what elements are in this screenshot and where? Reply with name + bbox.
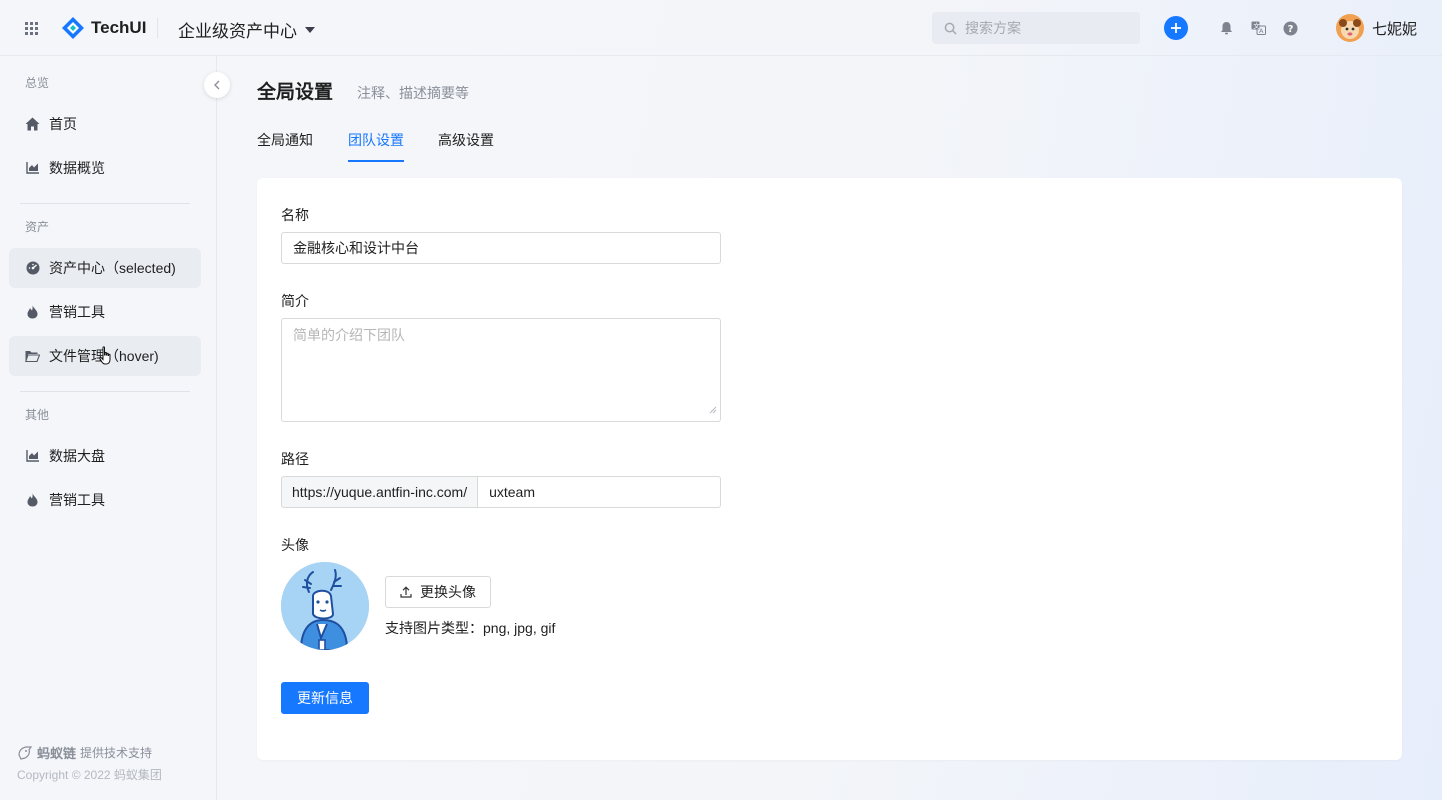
sidebar: 总览 首页 数据概览 资产 资产中心（selected) 营销工具 文件管理（h… [0, 56, 217, 800]
header-divider [157, 18, 158, 38]
sidebar-divider [20, 203, 190, 204]
search-box[interactable] [932, 12, 1140, 44]
search-input[interactable] [965, 20, 1125, 36]
fire-icon [25, 493, 40, 508]
group-title-overview: 总览 [25, 76, 50, 90]
update-info-button[interactable]: 更新信息 [281, 682, 369, 714]
tab-advanced-settings[interactable]: 高级设置 [438, 130, 494, 162]
sidebar-item-label: 营销工具 [49, 492, 105, 508]
hand-cursor-icon [99, 346, 111, 365]
name-input[interactable] [281, 232, 721, 264]
tab-team-settings[interactable]: 团队设置 [348, 130, 404, 162]
name-label: 名称 [281, 207, 309, 223]
search-icon [944, 22, 957, 35]
sidebar-item-label: 数据概览 [49, 160, 105, 176]
logo[interactable]: TechUI [61, 16, 146, 40]
group-title-assets: 资产 [25, 220, 50, 234]
avatar-label: 头像 [281, 537, 309, 553]
sidebar-item-marketing-tools[interactable]: 营销工具 [9, 292, 201, 332]
user-name: 七妮妮 [1372, 20, 1418, 38]
sidebar-divider [20, 391, 190, 392]
path-input[interactable] [477, 476, 721, 508]
footer-support-text: 提供技术支持 [80, 746, 153, 760]
home-icon [25, 117, 40, 132]
sidebar-item-data-dashboard[interactable]: 数据大盘 [9, 436, 201, 476]
path-prefix: https://yuque.antfin-inc.com/ [281, 476, 478, 508]
antchain-logo-icon [18, 745, 33, 760]
tab-global-notification[interactable]: 全局通知 [257, 130, 313, 162]
page-subtitle: 注释、描述摘要等 [357, 85, 469, 101]
logo-text: TechUI [91, 18, 147, 37]
footer-brand-name: 蚂蚁链 [37, 746, 77, 761]
chart-icon [25, 161, 40, 176]
dashboard-icon [25, 261, 40, 276]
page-title: 全局设置 [257, 82, 334, 103]
sidebar-item-asset-center[interactable]: 资产中心（selected) [9, 248, 201, 288]
techui-logo-icon [62, 17, 84, 39]
user-menu[interactable]: 七妮妮 [1336, 14, 1417, 42]
app-switcher[interactable]: 企业级资产中心 [178, 17, 315, 42]
chevron-left-icon [214, 80, 220, 90]
path-label: 路径 [281, 451, 309, 467]
intro-textarea[interactable] [281, 318, 721, 422]
svg-text:?: ? [1287, 24, 1293, 35]
copyright: Copyright © 2022 蚂蚁集团 [17, 768, 162, 782]
add-button[interactable] [1164, 16, 1188, 40]
sidebar-item-marketing-tools-2[interactable]: 营销工具 [9, 480, 201, 520]
help-icon[interactable]: ? [1282, 20, 1298, 36]
intro-label: 简介 [281, 293, 309, 309]
sidebar-item-data-overview[interactable]: 数据概览 [9, 148, 201, 188]
upload-icon [400, 586, 412, 598]
top-bar: TechUI 企业级资产中心 文 A ? [0, 0, 1442, 56]
sidebar-item-label: 首页 [49, 116, 77, 132]
change-avatar-button[interactable]: 更换头像 [385, 576, 491, 608]
deer-avatar-icon [281, 562, 369, 650]
fire-icon [25, 305, 40, 320]
sidebar-item-home[interactable]: 首页 [9, 104, 201, 144]
team-avatar [281, 562, 369, 650]
path-input-group: https://yuque.antfin-inc.com/ [281, 476, 721, 508]
svg-text:A: A [1259, 27, 1264, 35]
app-grid-icon[interactable] [25, 22, 38, 35]
sidebar-item-label: 资产中心（selected) [49, 260, 176, 276]
user-avatar [1336, 14, 1364, 42]
translate-icon[interactable]: 文 A [1250, 20, 1266, 36]
caret-down-icon [305, 26, 315, 33]
app-title: 企业级资产中心 [178, 22, 297, 41]
folder-icon [25, 349, 40, 364]
bell-icon[interactable] [1218, 20, 1234, 36]
change-avatar-label: 更换头像 [420, 584, 476, 600]
upload-hint: 支持图片类型：png, jpg, gif [385, 620, 556, 636]
settings-card: 名称 简介 路径 https://yuque.antfin-inc.com/ 头… [257, 178, 1402, 760]
sidebar-item-label: 数据大盘 [49, 448, 105, 464]
plus-icon [1171, 23, 1181, 33]
sidebar-collapse-button[interactable] [204, 72, 230, 98]
chart-icon [25, 449, 40, 464]
footer-brand: 蚂蚁链 提供技术支持 [17, 743, 152, 762]
group-title-other: 其他 [25, 408, 50, 422]
resize-handle-icon[interactable] [709, 406, 717, 414]
sidebar-item-label: 营销工具 [49, 304, 105, 320]
